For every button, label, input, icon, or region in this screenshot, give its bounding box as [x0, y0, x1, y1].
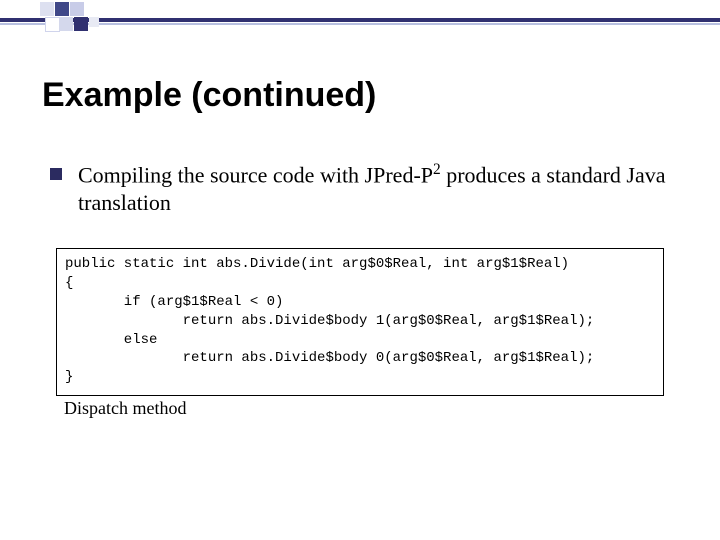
header-square-icon [45, 17, 60, 32]
code-line: if (arg$1$Real < 0) [65, 293, 655, 312]
square-bullet-icon [50, 168, 62, 180]
code-line: else [65, 331, 655, 350]
header-square-icon [74, 17, 88, 31]
code-line: return abs.Divide$body 0(arg$0$Real, arg… [65, 349, 655, 368]
header-square-icon [59, 17, 73, 31]
bullet-item: Compiling the source code with JPred-P2 … [50, 160, 672, 218]
header-square-icon [55, 2, 69, 16]
code-caption: Dispatch method [64, 398, 186, 419]
bullet-superscript: 2 [433, 161, 441, 178]
slide-title: Example (continued) [42, 76, 376, 115]
header-line-light [0, 23, 720, 25]
bullet-text: Compiling the source code with JPred-P2 … [78, 160, 672, 218]
header-square-icon [89, 17, 99, 27]
code-line: { [65, 274, 655, 293]
header-square-icon [40, 2, 54, 16]
bullet-prefix: Compiling the source code with JPred-P [78, 162, 433, 187]
slide: Example (continued) Compiling the source… [0, 0, 720, 540]
code-line: } [65, 368, 655, 387]
code-line: public static int abs.Divide(int arg$0$R… [65, 255, 655, 274]
code-block: public static int abs.Divide(int arg$0$R… [56, 248, 664, 396]
header-decoration [0, 0, 720, 40]
header-square-icon [70, 2, 84, 16]
code-line: return abs.Divide$body 1(arg$0$Real, arg… [65, 312, 655, 331]
header-line-dark [0, 18, 720, 22]
